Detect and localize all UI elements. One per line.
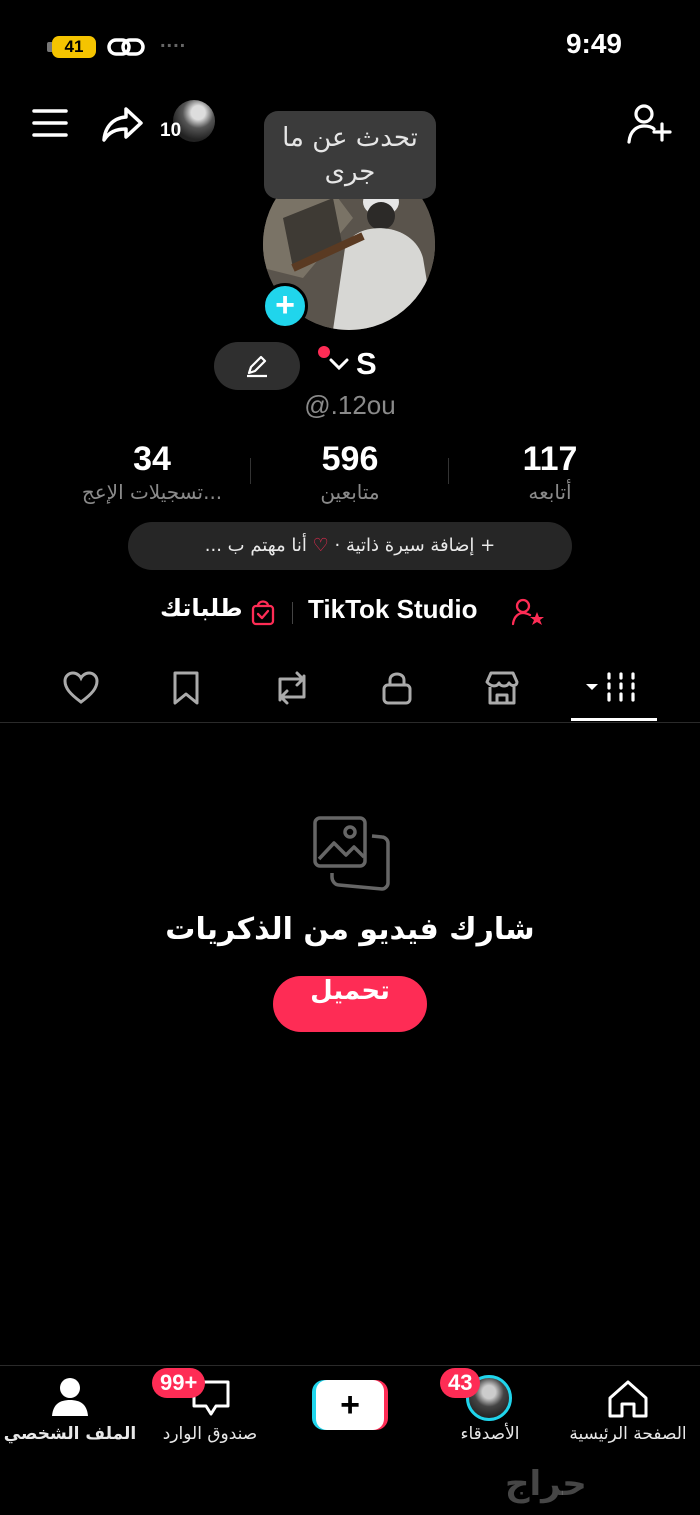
following-stat[interactable]: 117 أتابعه: [450, 440, 650, 506]
bio-separator: ·: [334, 535, 341, 556]
profile-name[interactable]: S: [356, 346, 377, 382]
nav-profile[interactable]: الملف الشخصي: [0, 1424, 140, 1444]
active-tab-indicator: [571, 718, 657, 721]
chevron-down-icon[interactable]: [328, 356, 350, 372]
links-divider: [292, 602, 293, 624]
link-icon: [106, 34, 146, 60]
nav-inbox[interactable]: صندوق الوارد: [146, 1424, 274, 1444]
heart-icon: ♡: [312, 535, 329, 556]
followers-stat[interactable]: 596 متابعين: [250, 440, 450, 506]
upload-button[interactable]: تحميل: [273, 976, 427, 1032]
battery-indicator: 41: [52, 36, 96, 58]
heart-icon: [63, 671, 99, 704]
create-button[interactable]: +: [312, 1380, 388, 1430]
photos-icon: [312, 815, 392, 893]
tab-shop[interactable]: [483, 670, 521, 706]
bookmark-icon: [173, 671, 199, 705]
home-icon[interactable]: [606, 1378, 650, 1420]
watermark-logo: حراج: [505, 1464, 587, 1504]
tab-favorites[interactable]: [170, 670, 202, 706]
followers-label: متابعين: [320, 480, 380, 504]
tabs-divider: [0, 722, 700, 723]
interests-link[interactable]: أنا مهتم ب ...: [205, 535, 307, 556]
story-viewer-count: 10: [160, 120, 182, 141]
status-time: 9:49: [565, 28, 622, 59]
friends-badge: 43: [440, 1368, 481, 1398]
tab-reposts[interactable]: [272, 670, 312, 706]
bio-pill[interactable]: + إضافة سيرة ذاتية · ♡ أنا مهتم ب ...: [128, 522, 572, 570]
likes-count: 34: [133, 440, 171, 478]
add-story-button[interactable]: +: [262, 283, 308, 329]
grid-icon: [586, 672, 635, 702]
your-orders-link[interactable]: طلباتك: [160, 594, 243, 622]
plus-icon: +: [316, 1380, 384, 1430]
speech-bubble[interactable]: تحدث عن ما جرى: [264, 111, 436, 199]
following-label: أتابعه: [528, 480, 572, 504]
signal-indicator: ....: [160, 30, 187, 52]
tiktok-studio-link[interactable]: TikTok Studio: [308, 594, 477, 625]
empty-state-title: شارك فيديو من الذكريات: [165, 912, 535, 947]
tab-videos[interactable]: [584, 670, 640, 706]
nav-friends[interactable]: الأصدقاء: [440, 1424, 540, 1444]
inbox-badge: 99+: [152, 1368, 206, 1398]
repost-icon: [278, 671, 306, 705]
followers-count: 596: [321, 440, 379, 478]
pencil-icon: [247, 355, 267, 378]
likes-stat[interactable]: 34 تسجيلات الإعج...: [52, 440, 252, 506]
speech-bubble-line: جرى: [324, 157, 376, 187]
profile-handle: @.12ou: [304, 390, 396, 420]
likes-label: تسجيلات الإعج...: [81, 480, 223, 504]
shopping-bag-icon: [250, 598, 276, 626]
nav-home[interactable]: الصفحة الرئيسية: [556, 1424, 700, 1444]
speech-bubble-line: تحدث عن ما: [282, 123, 418, 153]
edit-profile-button[interactable]: [214, 342, 300, 390]
add-friend-icon[interactable]: [626, 102, 672, 146]
tab-liked[interactable]: [62, 670, 100, 706]
following-count: 117: [522, 440, 578, 478]
studio-creator-icon: [512, 598, 544, 626]
profile-icon[interactable]: [50, 1376, 90, 1418]
share-icon[interactable]: [100, 104, 144, 144]
tab-private[interactable]: [380, 670, 414, 706]
menu-icon[interactable]: [32, 108, 68, 138]
storefront-icon: [485, 671, 519, 705]
add-bio-link[interactable]: + إضافة سيرة ذاتية: [346, 535, 495, 556]
lock-icon: [382, 672, 412, 705]
